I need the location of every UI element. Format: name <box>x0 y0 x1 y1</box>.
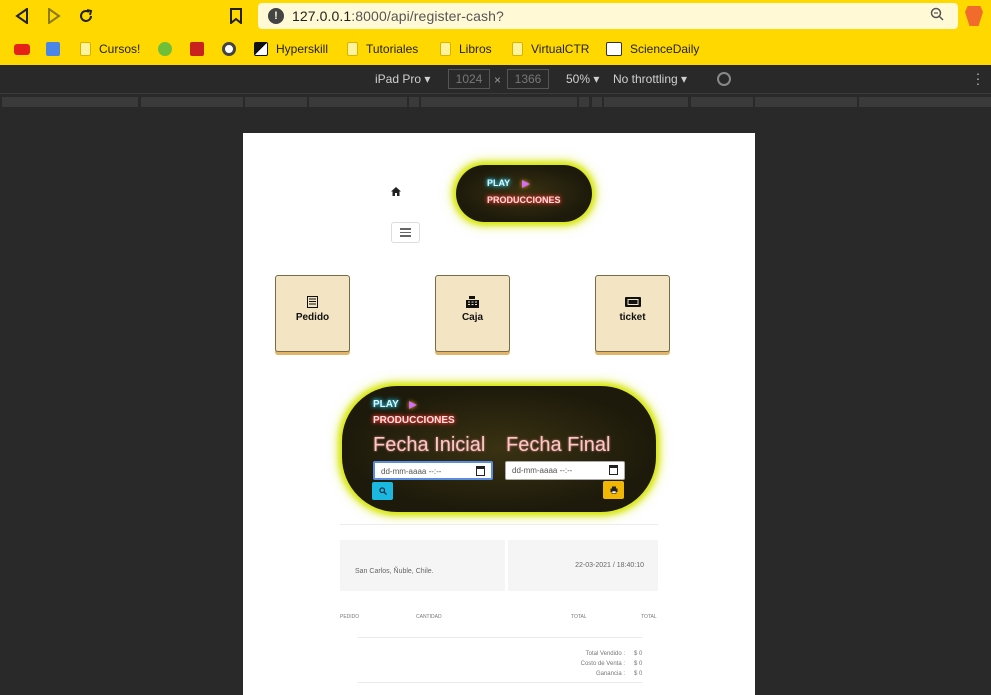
logo-producciones-text: PRODUCCIONES <box>487 195 561 205</box>
media-query-bar[interactable] <box>0 95 991 110</box>
address-bar[interactable]: ! 127.0.0.1:8000/api/register-cash? <box>258 3 958 29</box>
url-text: 127.0.0.1:8000/api/register-cash? <box>292 8 504 24</box>
folder-icon <box>80 42 91 56</box>
folder-icon <box>512 42 523 56</box>
site-info-icon[interactable]: ! <box>268 8 284 24</box>
tile-label: Pedido <box>295 312 330 323</box>
divider <box>340 524 658 525</box>
bookmark-cursos[interactable]: Cursos! <box>80 40 140 58</box>
rotate-icon[interactable] <box>717 72 731 86</box>
costo-venta-value: $ 0 <box>634 661 643 667</box>
cash-register-icon <box>436 296 509 310</box>
total-vendido-value: $ 0 <box>634 651 643 657</box>
column-pedido: PEDIDO <box>340 614 360 620</box>
column-total-2: TOTAL <box>641 614 657 620</box>
logo-producciones-text: PRODUCCIONES <box>373 415 455 426</box>
fecha-final-input[interactable]: dd-mm-aaaa --:-- <box>505 461 625 480</box>
brand-logo[interactable]: PLAY PRODUCCIONES <box>456 165 592 222</box>
calendar-icon[interactable] <box>476 466 485 476</box>
tile-pedido[interactable]: Pedido <box>275 275 350 352</box>
browser-toolbar: ! 127.0.0.1:8000/api/register-cash? <box>0 0 991 33</box>
translate-icon[interactable] <box>46 40 68 58</box>
home-icon[interactable] <box>391 187 401 199</box>
play-arrow-icon <box>409 401 417 409</box>
bookmark-red-icon[interactable] <box>190 40 212 58</box>
divider <box>357 637 643 638</box>
zoom-icon[interactable] <box>930 7 944 24</box>
report-location-panel: San Carlos, Ñuble, Chile. <box>340 540 505 591</box>
bookmark-virtualctr[interactable]: VirtualCTR <box>512 40 589 58</box>
logo-play-text: PLAY <box>487 178 511 188</box>
device-select[interactable]: iPad Pro ▾ <box>375 72 430 86</box>
column-total: TOTAL <box>571 614 587 620</box>
total-vendido-label: Total Vendido : <box>585 651 625 657</box>
list-icon <box>276 296 349 310</box>
reload-icon[interactable] <box>76 6 96 26</box>
bookmarks-bar: Cursos! Hyperskill Tutoriales Libros Vir… <box>0 33 991 65</box>
bookmark-icon[interactable] <box>226 6 246 26</box>
device-viewport: PLAY PRODUCCIONES Pedido Caja ticket PLA… <box>243 133 755 695</box>
youtube-icon[interactable] <box>14 40 38 58</box>
utorrent-icon[interactable] <box>158 40 180 58</box>
bookmark-libros[interactable]: Libros <box>440 40 492 58</box>
more-options-icon[interactable]: · · · <box>975 66 981 90</box>
viewport-height-input[interactable]: 1366 <box>507 69 549 89</box>
divider <box>357 682 643 683</box>
report-location: San Carlos, Ñuble, Chile. <box>355 568 434 575</box>
tile-label: Caja <box>461 312 484 323</box>
bookmark-sciencedaily[interactable]: ScienceDaily <box>606 40 699 58</box>
tile-ticket[interactable]: ticket <box>595 275 670 352</box>
bookmark-circle-icon[interactable] <box>222 40 244 58</box>
brave-shields-icon[interactable] <box>965 6 983 26</box>
search-button[interactable] <box>372 482 393 500</box>
play-arrow-icon <box>522 180 530 188</box>
forward-icon[interactable] <box>44 6 64 26</box>
column-cantidad: CANTIDAD <box>416 614 442 620</box>
costo-venta-label: Costo de Venta : <box>580 661 625 667</box>
fecha-inicial-input[interactable]: dd-mm-aaaa --:-- <box>373 461 493 480</box>
calendar-icon[interactable] <box>609 465 618 475</box>
viewport-width-input[interactable]: 1024 <box>448 69 490 89</box>
dimension-separator: × <box>494 73 502 87</box>
fecha-final-label: Fecha Final <box>506 434 611 456</box>
throttling-select[interactable]: No throttling ▾ <box>613 72 687 86</box>
print-icon <box>610 486 617 494</box>
tile-label: ticket <box>619 312 646 323</box>
ganancia-label: Ganancia : <box>595 671 625 677</box>
folder-icon <box>347 42 358 56</box>
folder-icon <box>440 42 451 56</box>
fecha-inicial-label: Fecha Inicial <box>373 434 486 456</box>
logo-play-text: PLAY <box>373 399 399 410</box>
ticket-icon <box>596 296 669 310</box>
device-toolbar: iPad Pro ▾ 1024 × 1366 50% ▾ No throttli… <box>0 65 991 94</box>
back-icon[interactable] <box>12 6 32 26</box>
hamburger-menu-button[interactable] <box>391 222 420 243</box>
ganancia-value: $ 0 <box>634 671 643 677</box>
date-filter-card: PLAY PRODUCCIONES Fecha Inicial Fecha Fi… <box>342 386 656 512</box>
search-icon <box>378 487 387 495</box>
tile-caja[interactable]: Caja <box>435 275 510 352</box>
report-datetime: 22-03-2021 / 18:40:10 <box>575 562 644 569</box>
zoom-select[interactable]: 50% ▾ <box>566 72 599 86</box>
bookmark-hyperskill[interactable]: Hyperskill <box>254 40 328 58</box>
bookmark-tutoriales[interactable]: Tutoriales <box>347 40 418 58</box>
print-button[interactable] <box>603 481 624 499</box>
report-datetime-panel: 22-03-2021 / 18:40:10 <box>508 540 658 591</box>
